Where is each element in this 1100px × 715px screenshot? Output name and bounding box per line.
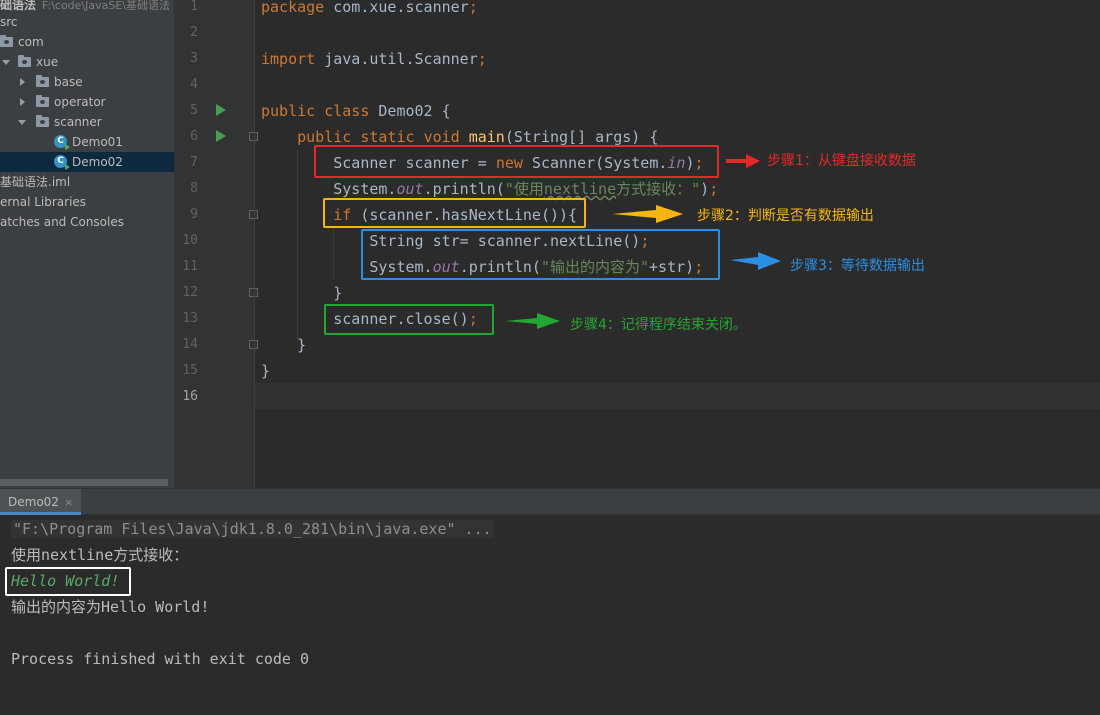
tree-item-xue[interactable]: xue bbox=[0, 52, 174, 72]
project-path: F:\code\JavaSE\基础语法 bbox=[42, 0, 171, 12]
line-number: 8 bbox=[190, 181, 198, 196]
java-class-icon bbox=[54, 135, 70, 150]
line-number: 7 bbox=[190, 155, 198, 170]
line-number: 3 bbox=[190, 51, 198, 66]
chevron-right-icon[interactable] bbox=[20, 98, 25, 106]
input-highlight-box bbox=[5, 567, 131, 596]
tab-demo02[interactable]: Demo02 × bbox=[0, 489, 82, 515]
run-class-icon[interactable] bbox=[216, 104, 226, 116]
step2-highlight-box bbox=[323, 198, 586, 228]
step4-annotation: 步骤4：记得程序结束关闭。 bbox=[570, 317, 747, 333]
code-line-12: } bbox=[333, 284, 343, 302]
line-number: 16 bbox=[182, 389, 198, 404]
package-folder-icon bbox=[36, 115, 49, 127]
tree-item-label: ernal Libraries bbox=[0, 195, 87, 209]
line-number: 1 bbox=[190, 0, 198, 14]
tree-item-demo01[interactable]: Demo01 bbox=[0, 132, 174, 152]
run-tool-window: Demo02 × "F:\Program Files\Java\jdk1.8.0_… bbox=[0, 488, 1100, 715]
editor-gutter: 1 2 3 4 5 6 7 8 9 10 11 12 13 14 15 16 bbox=[174, 0, 258, 488]
fold-divider bbox=[254, 0, 255, 488]
code-line-15: } bbox=[261, 362, 271, 380]
package-folder-icon bbox=[36, 95, 49, 107]
step3-highlight-box bbox=[361, 229, 720, 280]
code-line-5: public class Demo02 { bbox=[261, 102, 451, 120]
tree-item-label: src bbox=[0, 15, 18, 29]
tree-item-label: operator bbox=[54, 95, 106, 109]
line-number: 6 bbox=[190, 129, 198, 144]
console-exit-message: Process finished with exit code 0 bbox=[11, 650, 310, 668]
run-method-icon[interactable] bbox=[216, 130, 226, 142]
step1-annotation: 步骤1：从键盘接收数据 bbox=[767, 153, 916, 169]
chevron-down-icon[interactable] bbox=[18, 120, 26, 125]
java-class-icon bbox=[54, 155, 70, 170]
console-command-line: "F:\Program Files\Java\jdk1.8.0_281\bin\… bbox=[11, 520, 494, 538]
console-output-result: 输出的内容为Hello World! bbox=[11, 598, 210, 616]
step4-arrow-icon bbox=[505, 313, 560, 329]
code-line-14: } bbox=[297, 336, 307, 354]
line-number: 11 bbox=[182, 259, 198, 274]
tab-label: Demo02 bbox=[8, 495, 59, 509]
close-icon[interactable]: × bbox=[64, 496, 73, 509]
step2-annotation: 步骤2：判断是否有数据输出 bbox=[697, 208, 874, 224]
tree-item-label: atches and Consoles bbox=[0, 215, 124, 229]
tree-item-demo02[interactable]: Demo02 bbox=[0, 152, 174, 172]
package-folder-icon bbox=[0, 35, 13, 47]
current-line-highlight bbox=[255, 383, 1100, 409]
tree-item-scratches[interactable]: atches and Consoles bbox=[0, 212, 174, 232]
step2-arrow-icon bbox=[612, 205, 683, 223]
tree-item-com[interactable]: com bbox=[0, 32, 174, 52]
tree-item-label: 基础语法.iml bbox=[0, 175, 71, 189]
tree-item-label: base bbox=[54, 75, 83, 89]
tree-item-external-libraries[interactable]: ernal Libraries bbox=[0, 192, 174, 212]
step1-highlight-box bbox=[314, 145, 719, 178]
step3-annotation: 步骤3：等待数据输出 bbox=[790, 258, 925, 274]
package-folder-icon bbox=[36, 75, 49, 87]
chevron-right-icon[interactable] bbox=[20, 78, 25, 86]
console-output-prompt: 使用nextline方式接收： bbox=[11, 546, 189, 564]
step4-highlight-box bbox=[324, 304, 494, 335]
project-name: 础语法 bbox=[0, 0, 37, 12]
tree-item-label: com bbox=[18, 35, 44, 49]
step3-arrow-icon bbox=[730, 252, 781, 270]
step1-arrow-icon bbox=[726, 154, 760, 168]
tree-item-label: Demo02 bbox=[72, 155, 123, 169]
code-line-3: import java.util.Scanner; bbox=[261, 50, 487, 68]
chevron-down-icon[interactable] bbox=[2, 60, 10, 65]
tree-item-label: Demo01 bbox=[72, 135, 123, 149]
line-number: 13 bbox=[182, 311, 198, 326]
package-folder-icon bbox=[18, 55, 31, 67]
horizontal-scrollbar[interactable] bbox=[0, 479, 168, 486]
code-line-1: package com.xue.scanner; bbox=[261, 0, 478, 16]
tree-item-label: xue bbox=[36, 55, 59, 69]
line-number: 10 bbox=[182, 233, 198, 248]
tree-item-label: scanner bbox=[54, 115, 102, 129]
line-number: 12 bbox=[182, 285, 198, 300]
tree-item-base[interactable]: base bbox=[0, 72, 174, 92]
line-number: 5 bbox=[190, 103, 198, 118]
line-number: 4 bbox=[190, 77, 198, 92]
line-number: 15 bbox=[182, 363, 198, 378]
tree-item-operator[interactable]: operator bbox=[0, 92, 174, 112]
tree-item-src[interactable]: src bbox=[0, 12, 174, 32]
run-tab-bar: Demo02 × bbox=[0, 488, 1100, 515]
tree-item-scanner[interactable]: scanner bbox=[0, 112, 174, 132]
line-number: 2 bbox=[190, 25, 198, 40]
line-number: 9 bbox=[190, 207, 198, 222]
project-tree: 础语法 F:\code\JavaSE\基础语法 src com xue base … bbox=[0, 0, 174, 488]
code-editor[interactable]: 1 2 3 4 5 6 7 8 9 10 11 12 13 14 15 16 p… bbox=[174, 0, 1100, 488]
line-number: 14 bbox=[182, 337, 198, 352]
tree-item-iml[interactable]: 基础语法.iml bbox=[0, 172, 174, 192]
